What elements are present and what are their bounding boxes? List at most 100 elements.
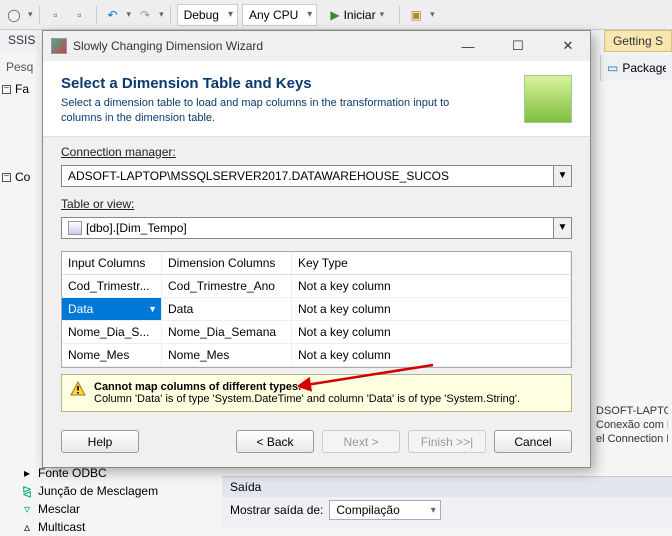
wizard-dialog: Slowly Changing Dimension Wizard — ☐ ✕ S…	[42, 30, 591, 468]
header-graphic	[524, 75, 572, 123]
start-button[interactable]: ▶ Iniciar ▾	[321, 4, 393, 26]
titlebar: Slowly Changing Dimension Wizard — ☐ ✕	[43, 31, 590, 61]
warning-line2: Column 'Data' is of type 'System.DateTim…	[94, 393, 520, 405]
undo-icon[interactable]: ↶	[103, 5, 123, 25]
dropdown-icon: ▾	[380, 9, 385, 20]
table-row[interactable]: Data▼DataNot a key column	[62, 298, 571, 321]
col-keytype: Key Type	[292, 252, 571, 274]
collapse-icon[interactable]: −	[2, 85, 11, 94]
table-label: Table or view:	[61, 197, 572, 211]
cell-input-column[interactable]: Data▼	[62, 298, 162, 320]
status-text: DSOFT-LAPTOP\	[596, 404, 668, 418]
table-value: [dbo].[Dim_Tempo]	[86, 221, 187, 235]
finish-button: Finish >>|	[408, 430, 486, 453]
collapse-icon[interactable]: −	[2, 173, 11, 182]
dialog-buttons: Help < Back Next > Finish >>| Cancel	[43, 420, 590, 467]
toolbox-items: ▸ Fonte ODBC ⧎ Junção de Mesclagem ▿ Mescla…	[20, 464, 220, 536]
item-label: Mesclar	[38, 502, 80, 516]
warning-line1: Cannot map columns of different types.	[94, 381, 301, 393]
cell-input-column[interactable]: Cod_Trimestr...	[62, 275, 162, 297]
cell-dimension-column[interactable]: Data	[162, 298, 292, 320]
status-text: Conexão com D	[596, 418, 668, 432]
output-header: Saída	[222, 477, 672, 497]
col-dimension: Dimension Columns	[162, 252, 292, 274]
play-icon: ▶	[330, 8, 339, 22]
close-button[interactable]: ✕	[546, 32, 590, 60]
connection-value: ADSOFT-LAPTOP\MSSQLSERVER2017.DATAWAREHO…	[68, 169, 449, 183]
multicast-icon: ▵	[20, 520, 34, 534]
merge-join-icon: ⧎	[20, 484, 34, 498]
connection-label: Connection manager:	[61, 145, 572, 159]
platform-dropdown[interactable]: Any CPU	[242, 4, 317, 26]
dropdown-icon[interactable]: ▾	[28, 9, 33, 20]
warning-box: Cannot map columns of different types. C…	[61, 374, 572, 412]
package-icon: ▭	[607, 61, 618, 75]
dropdown-arrow-icon[interactable]: ▼	[553, 218, 571, 238]
cell-key-type[interactable]: Not a key column	[292, 275, 571, 297]
config-label: Debug	[184, 8, 219, 22]
platform-label: Any CPU	[249, 8, 298, 22]
item-label: Fonte ODBC	[38, 466, 107, 480]
col-input: Input Columns	[62, 252, 162, 274]
table-row[interactable]: Cod_Trimestr...Cod_Trimestre_AnoNot a ke…	[62, 275, 571, 298]
dropdown-icon[interactable]: ▾	[159, 9, 164, 20]
merge-icon: ▿	[20, 502, 34, 516]
list-item[interactable]: ⧎ Junção de Mesclagem	[20, 482, 220, 500]
output-label: Mostrar saída de:	[230, 503, 323, 517]
cell-key-type[interactable]: Not a key column	[292, 321, 571, 343]
status-text: el Connection Ma	[596, 432, 668, 446]
connection-panel: DSOFT-LAPTOP\ Conexão com D el Connectio…	[592, 400, 672, 450]
config-dropdown[interactable]: Debug	[177, 4, 238, 26]
dropdown-arrow-icon[interactable]: ▼	[553, 166, 571, 186]
table-icon	[68, 221, 82, 235]
warning-icon	[70, 381, 86, 397]
right-panel: ▭ Package E	[600, 55, 672, 81]
window-title: Slowly Changing Dimension Wizard	[73, 39, 440, 53]
dropdown-icon[interactable]: ▾	[127, 9, 132, 20]
redo-icon[interactable]: ↷	[135, 5, 155, 25]
tree-node[interactable]: −Fa	[2, 80, 42, 98]
warning-text: Cannot map columns of different types. C…	[94, 381, 520, 405]
next-button: Next >	[322, 430, 400, 453]
dialog-body: Connection manager: ADSOFT-LAPTOP\MSSQLS…	[43, 137, 590, 420]
tree-label: Co	[15, 170, 30, 184]
dropdown-arrow-icon[interactable]: ▼	[148, 304, 157, 314]
minimize-button[interactable]: —	[446, 32, 490, 60]
cell-dimension-column[interactable]: Nome_Mes	[162, 344, 292, 366]
ide-toolbar: ◯ ▾ ▫ ▫ ↶ ▾ ↷ ▾ Debug Any CPU ▶ Iniciar …	[0, 0, 672, 30]
table-row[interactable]: Nome_MesNome_MesNot a key column	[62, 344, 571, 367]
cell-key-type[interactable]: Not a key column	[292, 344, 571, 366]
item-label: Junção de Mesclagem	[38, 484, 158, 498]
output-source-dropdown[interactable]: Compilação	[329, 500, 440, 520]
odbc-source-icon: ▸	[20, 466, 34, 480]
list-item[interactable]: ▿ Mesclar	[20, 500, 220, 518]
dialog-heading: Select a Dimension Table and Keys	[61, 75, 512, 92]
cell-input-column[interactable]: Nome_Dia_S...	[62, 321, 162, 343]
cancel-button[interactable]: Cancel	[494, 430, 572, 453]
maximize-button[interactable]: ☐	[496, 32, 540, 60]
cell-dimension-column[interactable]: Nome_Dia_Semana	[162, 321, 292, 343]
cell-key-type[interactable]: Not a key column	[292, 298, 571, 320]
list-item[interactable]: ▵Multicast	[20, 518, 220, 536]
app-icon	[51, 38, 67, 54]
tool-icon[interactable]: ▣	[406, 5, 426, 25]
cell-dimension-column[interactable]: Cod_Trimestre_Ano	[162, 275, 292, 297]
help-button[interactable]: Help	[61, 430, 139, 453]
table-row[interactable]: Nome_Dia_S...Nome_Dia_SemanaNot a key co…	[62, 321, 571, 344]
table-dropdown[interactable]: [dbo].[Dim_Tempo] ▼	[61, 217, 572, 239]
output-panel: Saída Mostrar saída de: Compilação	[222, 476, 672, 528]
ssis-tab[interactable]: SSIS	[0, 30, 40, 52]
search-label: Pesq	[2, 58, 37, 76]
connection-dropdown[interactable]: ADSOFT-LAPTOP\MSSQLSERVER2017.DATAWAREHO…	[61, 165, 572, 187]
save-icon[interactable]: ▫	[46, 5, 66, 25]
tree-node[interactable]: −Co	[2, 168, 42, 186]
toolbox-tree: −Fa −Co	[2, 80, 42, 186]
dialog-header: Select a Dimension Table and Keys Select…	[43, 61, 590, 137]
nav-back-icon[interactable]: ◯	[4, 5, 24, 25]
back-button[interactable]: < Back	[236, 430, 314, 453]
save-all-icon[interactable]: ▫	[70, 5, 90, 25]
columns-grid[interactable]: Input Columns Dimension Columns Key Type…	[61, 251, 572, 368]
getting-started-tab[interactable]: Getting S	[604, 30, 672, 52]
dropdown-icon[interactable]: ▾	[430, 9, 435, 20]
cell-input-column[interactable]: Nome_Mes	[62, 344, 162, 366]
